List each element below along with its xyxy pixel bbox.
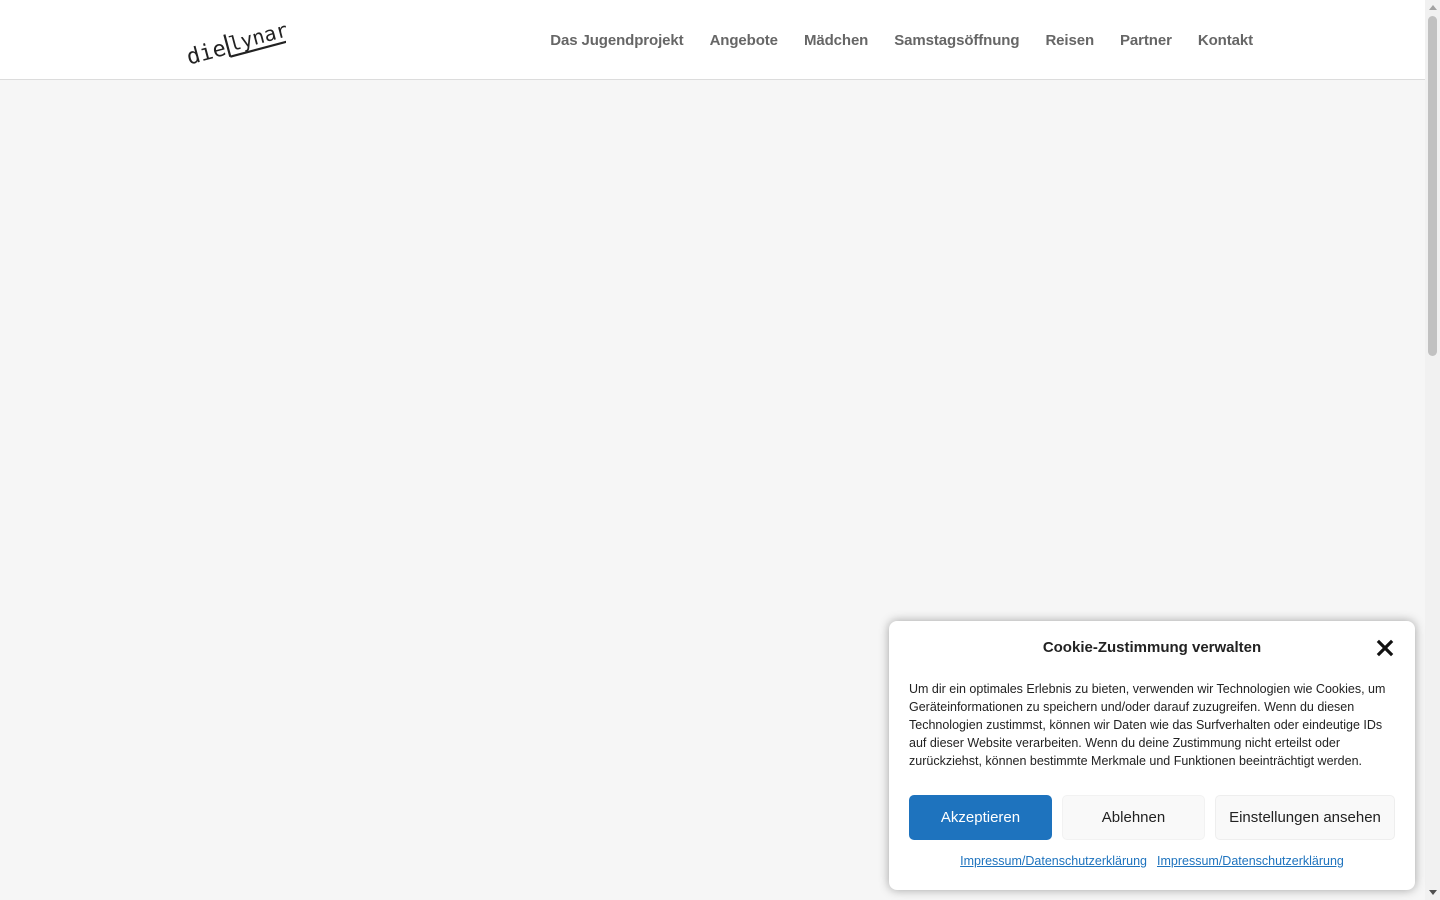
cookie-dialog-links: Impressum/Datenschutzerklärung Impressum…: [889, 854, 1415, 868]
site-logo[interactable]: die lynar: [176, 14, 286, 66]
view-settings-button[interactable]: Einstellungen ansehen: [1215, 795, 1395, 840]
scroll-up-arrow-icon[interactable]: [1429, 5, 1437, 10]
scroll-down-arrow-icon[interactable]: [1429, 890, 1437, 895]
page-scrollbar[interactable]: [1425, 0, 1440, 900]
nav-item-kontakt[interactable]: Kontakt: [1198, 32, 1253, 49]
nav-item-maedchen[interactable]: Mädchen: [804, 32, 868, 49]
nav-item-jugendprojekt[interactable]: Das Jugendprojekt: [550, 32, 683, 49]
nav-item-samstagsoeffnung[interactable]: Samstagsöffnung: [894, 32, 1019, 49]
close-icon[interactable]: [1375, 638, 1395, 658]
scrollbar-thumb[interactable]: [1428, 16, 1437, 356]
cookie-dialog-text: Um dir ein optimales Erlebnis zu bieten,…: [909, 682, 1386, 768]
nav-item-partner[interactable]: Partner: [1120, 32, 1172, 49]
deny-button[interactable]: Ablehnen: [1062, 795, 1205, 840]
cookie-dialog-title: Cookie-Zustimmung verwalten: [1042, 639, 1262, 656]
nav-item-reisen[interactable]: Reisen: [1045, 32, 1094, 49]
site-header: die lynar Das Jugendprojekt Angebote Mäd…: [0, 0, 1425, 80]
nav-item-angebote[interactable]: Angebote: [710, 32, 778, 49]
imprint-privacy-link-2[interactable]: Impressum/Datenschutzerklärung: [1157, 854, 1344, 868]
main-nav: Das Jugendprojekt Angebote Mädchen Samst…: [524, 0, 1253, 80]
accept-button[interactable]: Akzeptieren: [909, 795, 1052, 840]
imprint-privacy-link[interactable]: Impressum/Datenschutzerklärung: [960, 854, 1147, 868]
logo-text-die: die: [184, 36, 229, 66]
cookie-consent-dialog: Cookie-Zustimmung verwalten Um dir ein o…: [889, 621, 1415, 890]
